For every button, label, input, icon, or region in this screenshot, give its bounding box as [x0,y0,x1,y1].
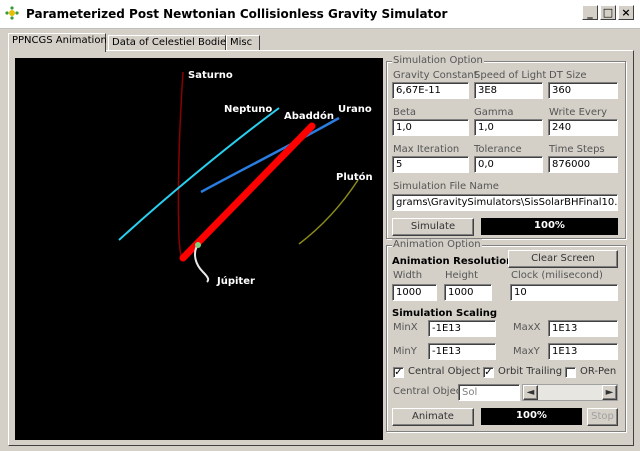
dt-size-field[interactable]: 360 [548,82,618,99]
gamma-label: Gamma [474,107,514,118]
height-field[interactable]: 1000 [444,284,492,301]
orbit-trailing-checkbox[interactable]: ✓ [483,367,494,378]
gamma-field[interactable]: 1,0 [474,119,543,136]
orpen-check-label: OR-Pen [580,366,617,377]
simulation-scaling-label: Simulation Scaling [392,308,498,319]
central-object-label: Central Object [393,386,466,397]
stop-button[interactable]: Stop [587,408,618,426]
orbit-trailing-check-label: Orbit Trailing [498,366,563,377]
maxx-field[interactable]: 1E13 [548,320,618,337]
dt-size-label: DT Size [549,70,587,81]
saturno-orbit [177,71,184,259]
tolerance-field[interactable]: 0,0 [474,156,543,173]
miny-field[interactable]: -1E13 [428,343,496,360]
label-pluton: Plutón [336,172,373,183]
beta-field[interactable]: 1,0 [392,119,469,136]
clear-screen-button[interactable]: Clear Screen [508,250,618,268]
max-iteration-field[interactable]: 5 [392,156,469,173]
animation-canvas[interactable]: Saturno Neptuno Abaddón Urano Plutón Júp… [15,58,383,440]
simulation-file-field[interactable]: grams\GravitySimulators\SisSolarBHFinal1… [392,194,618,211]
maximize-button[interactable]: □ [600,5,616,20]
close-button[interactable]: × [618,5,634,20]
urano-orbit [200,116,340,194]
title-bar: Parameterized Post Newtonian Collisionle… [0,0,640,29]
tab-ppncgs-animation[interactable]: PPNCGS Animation [8,33,107,52]
maxy-field[interactable]: 1E13 [548,343,618,360]
app-icon [5,6,19,20]
window-title: Parameterized Post Newtonian Collisionle… [26,7,448,21]
minimize-button[interactable]: _ [582,5,598,20]
simulation-file-label: Simulation File Name [393,181,499,192]
tab-misc[interactable]: Misc [226,35,260,51]
width-field[interactable]: 1000 [392,284,437,301]
animation-progress: 100% [481,408,582,425]
label-jupiter: Júpiter [217,276,255,287]
minx-label: MinX [393,322,418,333]
animation-option-title: Animation Option [392,239,482,250]
time-steps-label: Time Steps [549,144,605,155]
height-label: Height [445,270,479,281]
speed-of-light-label: Speed of Light [474,70,547,81]
write-every-label: Write Every [549,107,607,118]
central-object-check-label: Central Object [408,366,481,377]
max-iteration-label: Max Iteration [393,144,460,155]
central-object-field[interactable]: Sol [458,384,520,401]
maxx-label: MaxX [513,322,541,333]
gravity-constant-field[interactable]: 6,67E-11 [392,82,469,99]
maxy-label: MaxY [513,346,540,357]
scroll-left-button[interactable]: ◄ [523,385,538,400]
label-saturno: Saturno [188,70,233,81]
animation-resolution-label: Animation Resolution [392,256,514,267]
clock-label: Clock (milisecond) [511,270,603,281]
simulate-button[interactable]: Simulate [392,218,474,236]
miny-label: MinY [393,346,417,357]
sun-marker [195,242,201,248]
write-every-field[interactable]: 240 [548,119,618,136]
orpen-checkbox[interactable] [565,367,576,378]
label-abaddon: Abaddón [284,111,334,122]
tolerance-label: Tolerance [474,144,522,155]
tab-data-of-celestiel-bodies[interactable]: Data of Celestiel Bodies [108,35,231,51]
pluton-orbit [298,179,359,245]
beta-label: Beta [393,107,417,118]
gravity-constant-label: Gravity Constant [393,70,478,81]
animate-button[interactable]: Animate [392,408,474,426]
width-label: Width [393,270,423,281]
central-object-scrollbar[interactable]: ◄ ► [522,384,618,401]
simulation-option-title: Simulation Option [392,55,484,66]
minx-field[interactable]: -1E13 [428,320,496,337]
time-steps-field[interactable]: 876000 [548,156,618,173]
simulation-progress: 100% [481,218,618,235]
scroll-right-button[interactable]: ► [602,385,617,400]
central-object-checkbox[interactable]: ✓ [393,367,404,378]
label-neptuno: Neptuno [224,104,273,115]
jupiter-orbit [194,245,210,283]
label-urano: Urano [338,104,372,115]
neptuno-orbit [118,107,280,241]
clock-field[interactable]: 10 [510,284,618,301]
speed-of-light-field[interactable]: 3E8 [474,82,543,99]
